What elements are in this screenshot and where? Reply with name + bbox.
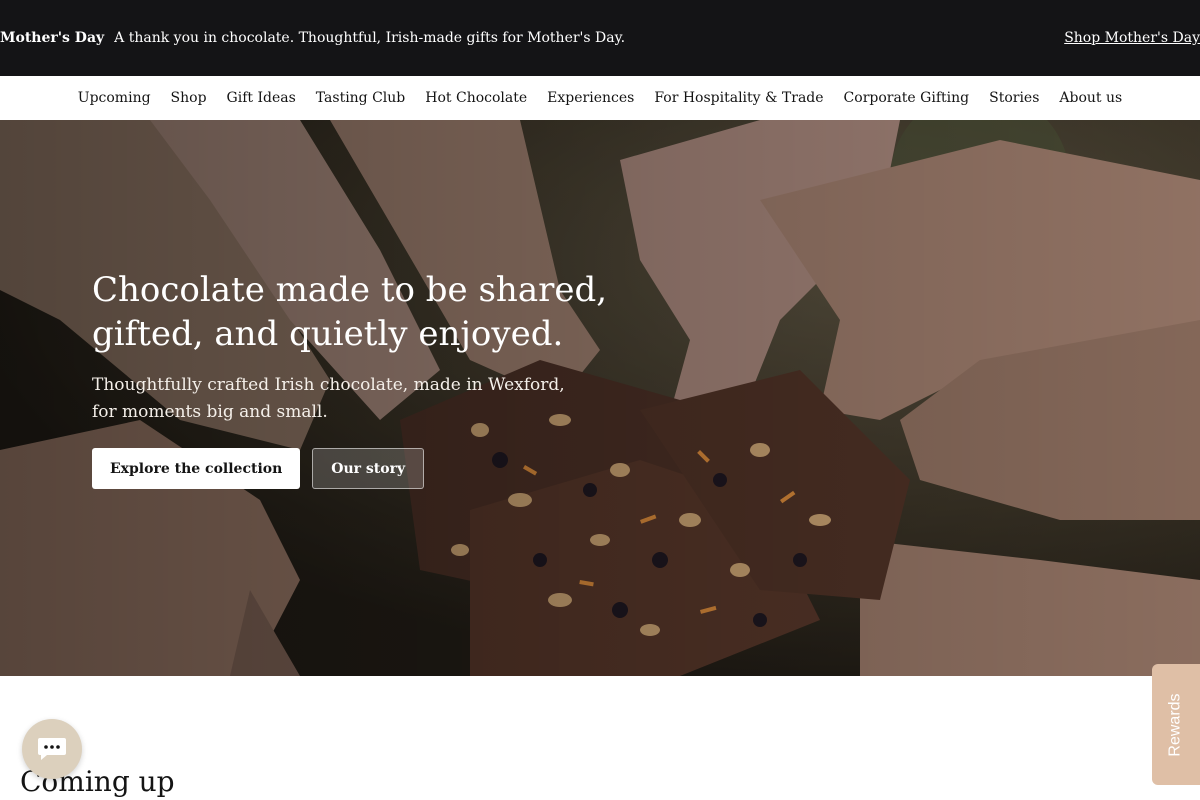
our-story-button[interactable]: Our story xyxy=(312,448,425,489)
announcement-text: A thank you in chocolate. Thoughtful, Ir… xyxy=(114,30,626,46)
announcement-bar: Mother's Day A thank you in chocolate. T… xyxy=(0,0,1200,76)
chat-button[interactable] xyxy=(22,719,82,779)
announcement-message: Mother's Day A thank you in chocolate. T… xyxy=(0,0,625,76)
hero-content: Chocolate made to be shared, gifted, and… xyxy=(92,268,612,489)
nav-item-corporate-gifting[interactable]: Corporate Gifting xyxy=(844,90,970,106)
hero-heading-line-1: Chocolate made to be shared, xyxy=(92,270,608,310)
main-navigation: Upcoming Shop Gift Ideas Tasting Club Ho… xyxy=(0,76,1200,120)
page: Mother's Day A thank you in chocolate. T… xyxy=(0,0,1200,800)
hero-subtitle-line-1: Thoughtfully crafted Irish chocolate, ma… xyxy=(92,375,565,395)
hero-subtitle-line-2: for moments big and small. xyxy=(92,402,328,422)
hero-banner: Chocolate made to be shared, gifted, and… xyxy=(0,120,1200,676)
nav-item-hospitality-trade[interactable]: For Hospitality & Trade xyxy=(654,90,823,106)
nav-item-about-us[interactable]: About us xyxy=(1059,90,1122,106)
shop-mothers-day-link[interactable]: Shop Mother's Day xyxy=(1064,0,1200,76)
hero-heading: Chocolate made to be shared, gifted, and… xyxy=(92,268,612,356)
nav-item-experiences[interactable]: Experiences xyxy=(547,90,634,106)
nav-item-shop[interactable]: Shop xyxy=(171,90,207,106)
hero-heading-line-2: gifted, and quietly enjoyed. xyxy=(92,314,564,354)
hero-subtitle: Thoughtfully crafted Irish chocolate, ma… xyxy=(92,372,572,426)
nav-item-stories[interactable]: Stories xyxy=(989,90,1039,106)
rewards-tab[interactable]: Rewards xyxy=(1152,664,1200,785)
explore-collection-button[interactable]: Explore the collection xyxy=(92,448,301,489)
rewards-label: Rewards xyxy=(1167,692,1185,757)
nav-item-hot-chocolate[interactable]: Hot Chocolate xyxy=(425,90,527,106)
hero-buttons: Explore the collection Our story xyxy=(92,448,612,489)
nav-item-tasting-club[interactable]: Tasting Club xyxy=(316,90,405,106)
chat-bubble-icon xyxy=(38,738,66,760)
nav-item-upcoming[interactable]: Upcoming xyxy=(78,90,151,106)
announcement-title: Mother's Day xyxy=(0,30,105,46)
nav-item-gift-ideas[interactable]: Gift Ideas xyxy=(227,90,296,106)
